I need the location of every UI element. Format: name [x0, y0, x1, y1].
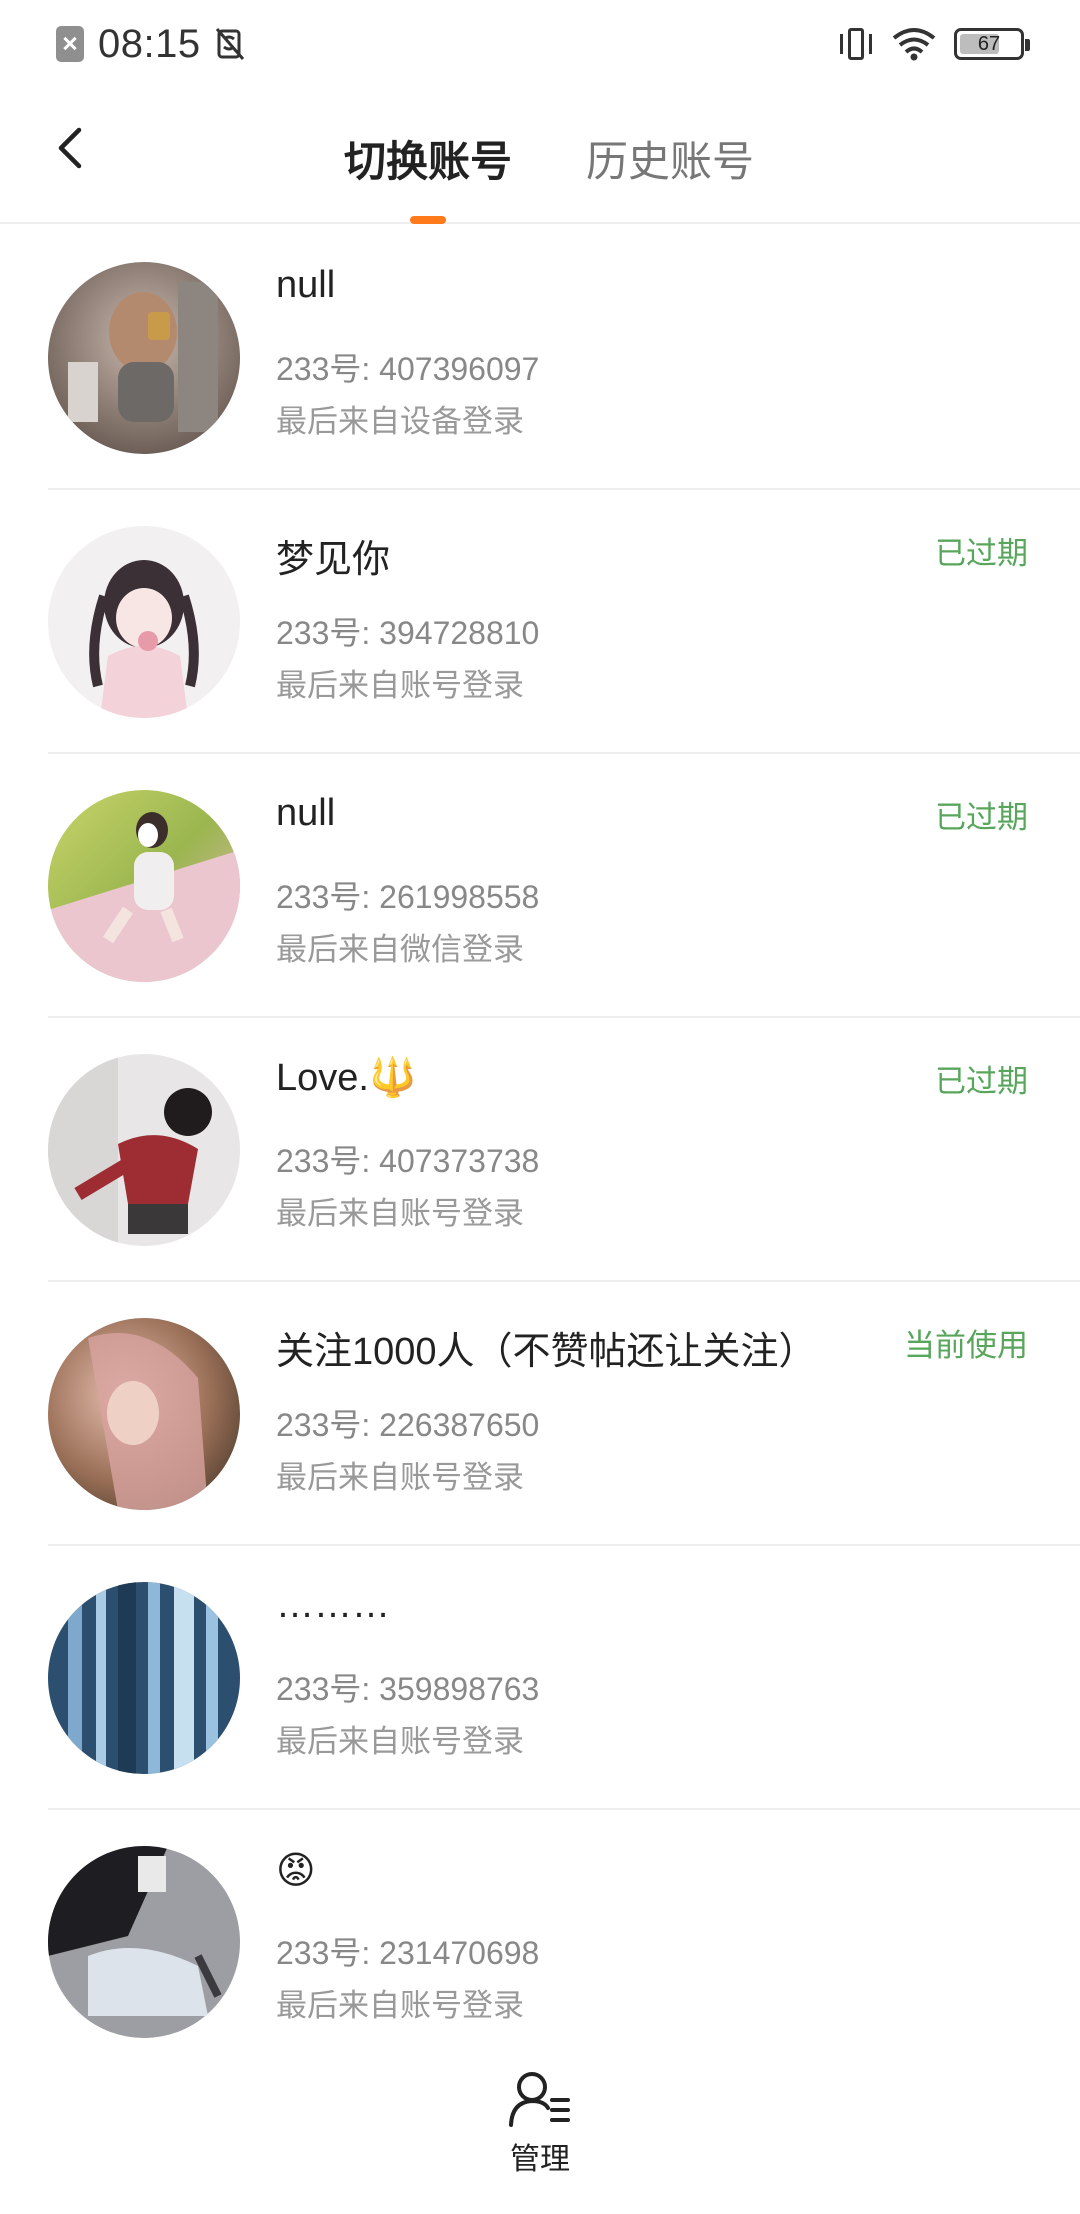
- no-sim-icon: [56, 26, 84, 62]
- account-id: 233号: 261998558: [276, 879, 540, 915]
- avatar: [48, 1582, 240, 1774]
- status-badge: 已过期: [935, 536, 1028, 571]
- login-source: 最后来自账号登录: [276, 668, 524, 703]
- wifi-icon: [892, 28, 936, 61]
- tab-switch-account[interactable]: 切换账号: [344, 88, 512, 224]
- account-item[interactable]: 关注1000人（不赞帖还让关注） 当前使用 233号: 226387650 最后…: [48, 1282, 1080, 1546]
- header: 切换账号 历史账号: [0, 88, 1080, 224]
- tab-bar: 切换账号 历史账号: [0, 88, 1080, 224]
- account-name: 关注1000人（不赞帖还让关注）: [276, 1331, 817, 1373]
- account-id: 233号: 407396097: [276, 351, 540, 387]
- account-item[interactable]: ……… 233号: 359898763 最后来自账号登录: [48, 1546, 1080, 1810]
- manage-button[interactable]: 管理: [490, 2070, 590, 2190]
- avatar: [48, 1054, 240, 1246]
- manage-label: 管理: [510, 2143, 570, 2176]
- account-list: null 233号: 407396097 最后来自设备登录 梦见你 已过期 23…: [0, 226, 1080, 2074]
- user-list-icon: [509, 2072, 570, 2127]
- status-left: 08:15: [56, 22, 245, 67]
- avatar: [48, 526, 240, 718]
- account-name: Love.🔱: [276, 1057, 417, 1099]
- account-name: null: [276, 792, 336, 834]
- status-badge: 当前使用: [904, 1328, 1028, 1363]
- account-name: 梦见你: [276, 539, 391, 581]
- tab-history-account[interactable]: 历史账号: [586, 88, 754, 224]
- status-badge: 已过期: [935, 800, 1028, 835]
- account-item[interactable]: 梦见你 已过期 233号: 394728810 最后来自账号登录: [48, 490, 1080, 754]
- account-id: 233号: 231470698: [276, 1935, 540, 1971]
- tab-label: 历史账号: [586, 138, 755, 185]
- screenshot-notification-icon: [215, 28, 244, 60]
- login-source: 最后来自账号登录: [276, 1196, 524, 1231]
- login-source: 最后来自设备登录: [276, 404, 524, 439]
- avatar: [48, 262, 240, 454]
- status-badge: 已过期: [935, 1064, 1028, 1099]
- account-id: 233号: 359898763: [276, 1671, 540, 1707]
- account-name: null: [276, 264, 336, 306]
- battery-icon: 67: [954, 28, 1030, 60]
- status-time: 08:15: [98, 21, 201, 66]
- account-item[interactable]: null 233号: 407396097 最后来自设备登录: [48, 226, 1080, 490]
- avatar: [48, 790, 240, 982]
- avatar: [48, 1846, 240, 2038]
- account-item[interactable]: null 已过期 233号: 261998558 最后来自微信登录: [48, 754, 1080, 1018]
- login-source: 最后来自账号登录: [276, 1460, 524, 1495]
- login-source: 最后来自微信登录: [276, 932, 524, 967]
- account-item[interactable]: 😡 233号: 231470698 最后来自账号登录: [48, 1810, 1080, 2074]
- vibrate-icon: [838, 24, 874, 64]
- avatar: [48, 1318, 240, 1510]
- active-tab-indicator: [409, 216, 446, 224]
- status-right: 67: [838, 24, 1030, 64]
- account-id: 233号: 407373738: [276, 1143, 540, 1179]
- account-id: 233号: 394728810: [276, 615, 540, 651]
- status-bar: 08:15 67: [0, 0, 1080, 88]
- account-item[interactable]: Love.🔱 已过期 233号: 407373738 最后来自账号登录: [48, 1018, 1080, 1282]
- tab-label: 切换账号: [343, 138, 512, 185]
- battery-level: 67: [977, 32, 1001, 55]
- login-source: 最后来自账号登录: [276, 1724, 524, 1759]
- account-name: ………: [276, 1584, 390, 1626]
- account-id: 233号: 226387650: [276, 1407, 540, 1443]
- account-name: 😡: [276, 1850, 316, 1892]
- login-source: 最后来自账号登录: [276, 1988, 524, 2023]
